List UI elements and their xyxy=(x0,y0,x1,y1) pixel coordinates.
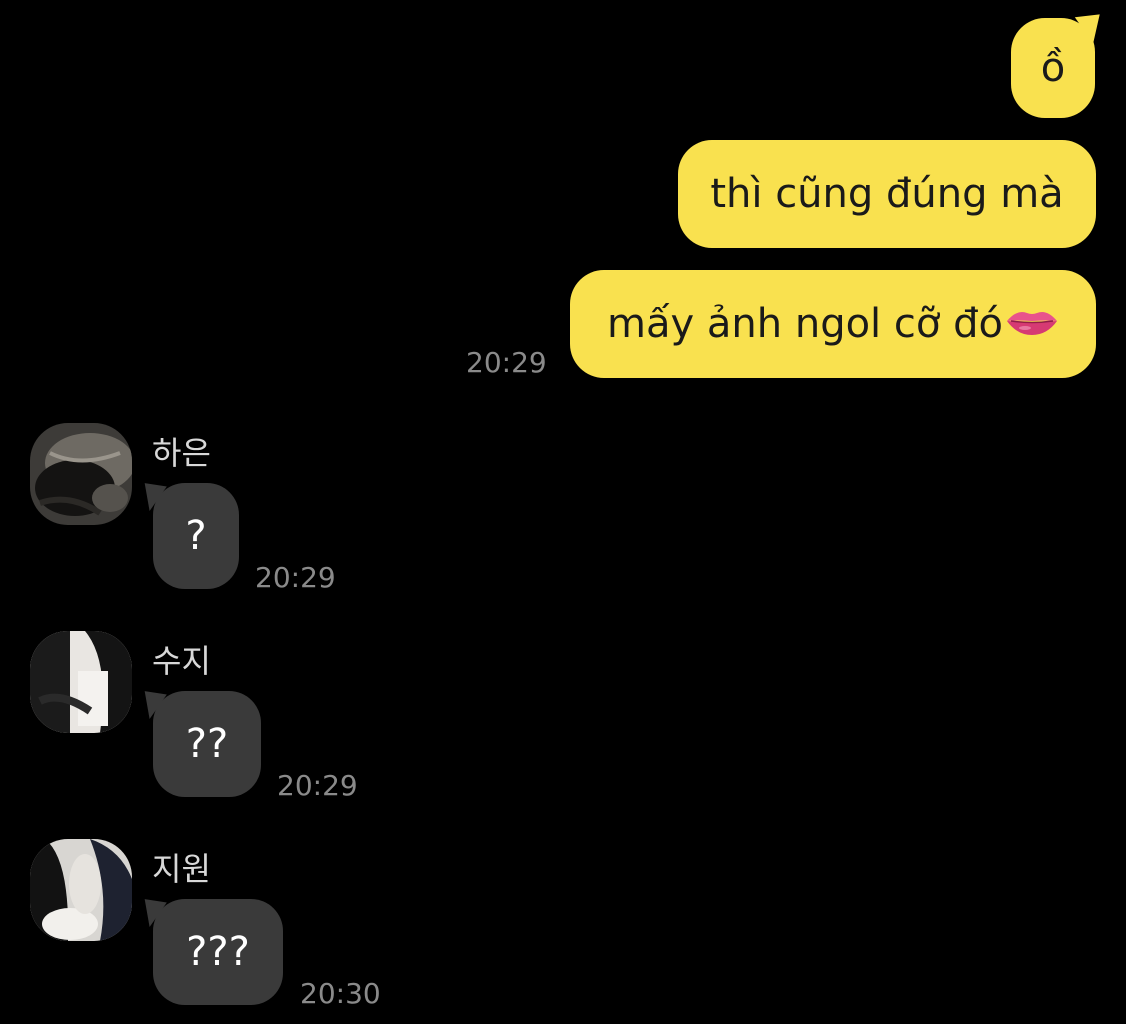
incoming-message[interactable]: ?? xyxy=(153,691,261,797)
message-text: mấy ảnh ngol cỡ đó xyxy=(607,301,1003,347)
outgoing-message[interactable]: mấy ảnh ngol cỡ đó xyxy=(570,270,1096,378)
outgoing-message[interactable]: ồ xyxy=(1011,18,1095,118)
message-text: thì cũng đúng mà xyxy=(710,171,1064,217)
incoming-message[interactable]: ? xyxy=(153,483,239,589)
message-timestamp: 20:29 xyxy=(255,561,336,594)
message-text: ??? xyxy=(186,929,250,975)
message-text: ? xyxy=(185,513,207,559)
sender-name: 지원 xyxy=(152,850,211,888)
avatar[interactable] xyxy=(30,423,132,525)
avatar[interactable] xyxy=(30,631,132,733)
outgoing-message[interactable]: thì cũng đúng mà xyxy=(678,140,1096,248)
message-timestamp: 20:29 xyxy=(466,346,547,379)
message-text: ồ xyxy=(1040,45,1066,91)
lips-icon xyxy=(1005,304,1059,344)
sender-name: 하은 xyxy=(152,434,211,472)
message-text: ?? xyxy=(185,721,229,767)
avatar[interactable] xyxy=(30,839,132,941)
message-timestamp: 20:30 xyxy=(300,977,381,1010)
incoming-message[interactable]: ??? xyxy=(153,899,283,1005)
sender-name: 수지 xyxy=(152,642,211,680)
message-timestamp: 20:29 xyxy=(277,769,358,802)
